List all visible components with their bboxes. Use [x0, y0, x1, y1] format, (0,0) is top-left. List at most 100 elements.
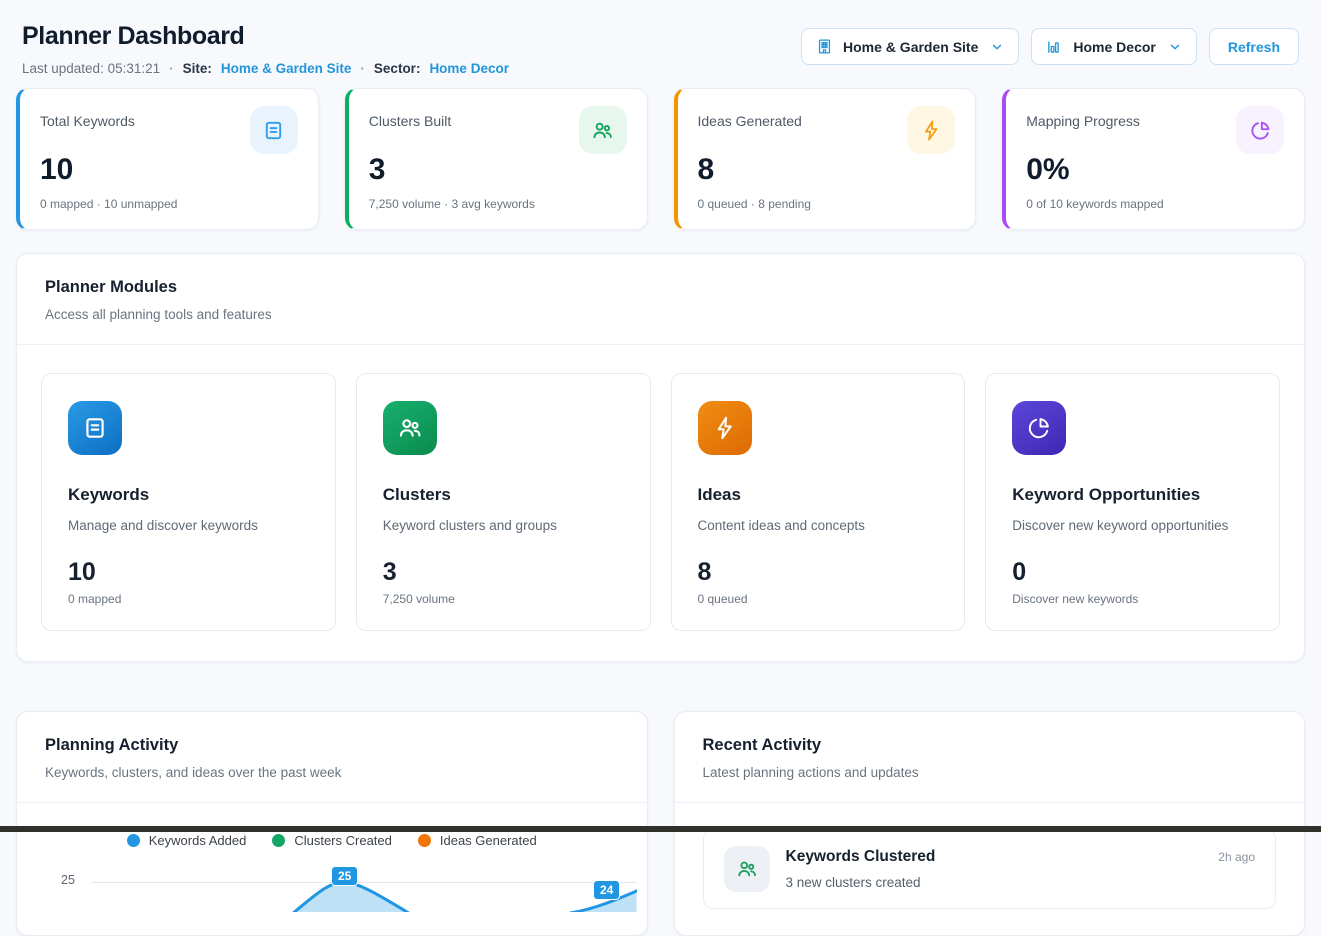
chart-legend: Keywords Added Clusters Created Ideas Ge… — [17, 833, 647, 848]
module-description: Keyword clusters and groups — [383, 518, 624, 533]
module-stat: 0 mapped — [68, 592, 309, 606]
stat-subtitle: 0 queued · 8 pending — [698, 197, 956, 211]
stat-card-mapping-progress: Mapping Progress 0% 0 of 10 keywords map… — [1002, 88, 1305, 230]
stat-card-head: Total Keywords — [40, 106, 298, 154]
module-value: 0 — [1012, 558, 1253, 587]
recent-activity-list: Keywords Clustered 3 new clusters create… — [675, 803, 1305, 935]
legend-item-clusters-created[interactable]: Clusters Created — [272, 833, 392, 848]
lightning-icon — [907, 106, 955, 154]
keywords-added-area-series — [91, 870, 637, 912]
activity-item-title: Keywords Clustered — [786, 846, 1203, 866]
module-card-keyword-opportunities[interactable]: Keyword Opportunities Discover new keywo… — [985, 373, 1280, 631]
module-value: 10 — [68, 558, 309, 587]
data-point-label: 25 — [331, 866, 358, 886]
module-description: Content ideas and concepts — [698, 518, 939, 533]
area-chart: 25 25 24 — [17, 870, 647, 912]
planning-activity-panel: Planning Activity Keywords, clusters, an… — [16, 711, 648, 936]
pie-chart-icon — [1236, 106, 1284, 154]
stat-subtitle: 0 mapped · 10 unmapped — [40, 197, 298, 211]
planning-activity-chart: Keywords Added Clusters Created Ideas Ge… — [17, 833, 647, 912]
planner-modules-subtitle: Access all planning tools and features — [45, 307, 1276, 322]
recent-activity-panel: Recent Activity Latest planning actions … — [674, 711, 1306, 936]
legend-item-keywords-added[interactable]: Keywords Added — [127, 833, 247, 848]
site-label: Site: — [183, 61, 212, 76]
stat-card-head: Ideas Generated — [698, 106, 956, 154]
module-title: Ideas — [698, 485, 939, 505]
stat-value: 8 — [698, 154, 956, 186]
module-title: Keyword Opportunities — [1012, 485, 1253, 505]
sector-link[interactable]: Home Decor — [429, 61, 509, 76]
stat-card-head: Mapping Progress — [1026, 106, 1284, 154]
last-updated-text: Last updated: 05:31:21 — [22, 61, 160, 76]
module-card-clusters[interactable]: Clusters Keyword clusters and groups 3 7… — [356, 373, 651, 631]
module-stat: 0 queued — [698, 592, 939, 606]
data-point-label: 24 — [593, 880, 620, 900]
recent-activity-head: Recent Activity Latest planning actions … — [675, 712, 1305, 802]
legend-dot-orange — [418, 834, 431, 847]
lightning-icon — [698, 401, 752, 455]
bottom-screen-edge — [0, 826, 1321, 832]
module-value: 3 — [383, 558, 624, 587]
bar-chart-icon — [1046, 38, 1063, 55]
planner-modules-head: Planner Modules Access all planning tool… — [17, 254, 1304, 344]
stat-title: Mapping Progress — [1026, 106, 1140, 129]
stat-card-ideas-generated: Ideas Generated 8 0 queued · 8 pending — [674, 88, 977, 230]
y-axis-tick: 25 — [61, 873, 75, 887]
stat-card-total-keywords: Total Keywords 10 0 mapped · 10 unmapped — [16, 88, 319, 230]
legend-item-ideas-generated[interactable]: Ideas Generated — [418, 833, 537, 848]
page-header: Planner Dashboard Last updated: 05:31:21… — [16, 20, 1305, 76]
planning-activity-title: Planning Activity — [45, 736, 619, 755]
meta-separator: · — [360, 61, 365, 76]
activity-item-keywords-clustered[interactable]: Keywords Clustered 3 new clusters create… — [703, 829, 1277, 909]
module-description: Discover new keyword opportunities — [1012, 518, 1253, 533]
users-icon — [579, 106, 627, 154]
planner-modules-panel: Planner Modules Access all planning tool… — [16, 253, 1305, 662]
chevron-down-icon — [990, 40, 1004, 54]
stat-value: 3 — [369, 154, 627, 186]
module-stat: Discover new keywords — [1012, 592, 1253, 606]
stat-cards-row: Total Keywords 10 0 mapped · 10 unmapped… — [16, 88, 1305, 230]
legend-dot-blue — [127, 834, 140, 847]
legend-label: Clusters Created — [294, 833, 392, 848]
module-value: 8 — [698, 558, 939, 587]
meta-separator: · — [169, 61, 174, 76]
site-link[interactable]: Home & Garden Site — [221, 61, 352, 76]
document-icon — [68, 401, 122, 455]
module-card-ideas[interactable]: Ideas Content ideas and concepts 8 0 que… — [671, 373, 966, 631]
stat-card-head: Clusters Built — [369, 106, 627, 154]
module-card-keywords[interactable]: Keywords Manage and discover keywords 10… — [41, 373, 336, 631]
users-icon — [383, 401, 437, 455]
legend-label: Keywords Added — [149, 833, 247, 848]
bottom-row: Planning Activity Keywords, clusters, an… — [16, 688, 1305, 936]
sector-selector-label: Home Decor — [1073, 39, 1155, 55]
module-stat: 7,250 volume — [383, 592, 624, 606]
planning-activity-subtitle: Keywords, clusters, and ideas over the p… — [45, 765, 619, 780]
planner-dashboard-page: Planner Dashboard Last updated: 05:31:21… — [0, 0, 1321, 936]
planning-activity-head: Planning Activity Keywords, clusters, an… — [17, 712, 647, 802]
sector-label: Sector: — [374, 61, 421, 76]
recent-activity-title: Recent Activity — [703, 736, 1277, 755]
module-title: Clusters — [383, 485, 624, 505]
recent-activity-subtitle: Latest planning actions and updates — [703, 765, 1277, 780]
site-selector-dropdown[interactable]: Home & Garden Site — [801, 28, 1019, 65]
activity-item-description: 3 new clusters created — [786, 875, 1203, 890]
refresh-button[interactable]: Refresh — [1209, 28, 1299, 65]
site-selector-label: Home & Garden Site — [843, 39, 978, 55]
module-description: Manage and discover keywords — [68, 518, 309, 533]
activity-item-timestamp: 2h ago — [1218, 846, 1255, 864]
header-controls: Home & Garden Site Home Decor — [801, 28, 1299, 65]
activity-item-main: Keywords Clustered 3 new clusters create… — [786, 846, 1203, 890]
document-icon — [250, 106, 298, 154]
stat-subtitle: 0 of 10 keywords mapped — [1026, 197, 1284, 211]
divider — [17, 802, 647, 803]
sector-selector-dropdown[interactable]: Home Decor — [1031, 28, 1196, 65]
planner-modules-grid: Keywords Manage and discover keywords 10… — [17, 345, 1304, 661]
users-icon — [724, 846, 770, 892]
pie-chart-icon — [1012, 401, 1066, 455]
planner-modules-title: Planner Modules — [45, 278, 1276, 297]
page-title: Planner Dashboard — [22, 22, 509, 51]
module-title: Keywords — [68, 485, 309, 505]
stat-value: 0% — [1026, 154, 1284, 186]
stat-card-clusters-built: Clusters Built 3 7,250 volume · 3 avg ke… — [345, 88, 648, 230]
stat-title: Total Keywords — [40, 106, 135, 129]
